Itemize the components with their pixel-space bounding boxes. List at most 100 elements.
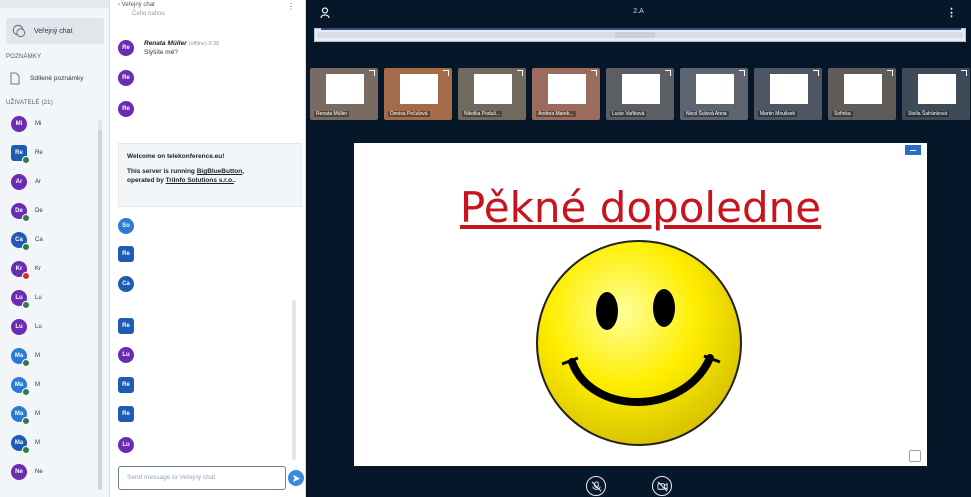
chat-message: Re: [118, 246, 144, 262]
user-name: M: [35, 440, 40, 446]
slide-title: Pěkné dopoledne: [459, 183, 822, 232]
user-list-item[interactable]: Ma M: [11, 406, 40, 425]
user-list-item[interactable]: Ma M: [11, 348, 40, 367]
webcam-tile[interactable]: Nicol Šulová Anna: [680, 68, 748, 120]
chat-message: Re Renata Müller (offline) 9:38 Slyšíte m…: [118, 40, 219, 56]
presentation-slide[interactable]: Pěkné dopoledne: [354, 143, 927, 466]
expand-icon[interactable]: [887, 70, 893, 76]
avatar: Ca: [118, 276, 134, 292]
left-panel-header: [0, 0, 109, 8]
webcam-video: [844, 74, 882, 104]
chat-title: Veřejný chat: [121, 2, 155, 8]
status-badge: [22, 243, 30, 251]
user-list-item[interactable]: Ne Ne: [11, 464, 43, 480]
expand-icon[interactable]: [517, 70, 523, 76]
options-menu-icon[interactable]: ⋮: [946, 6, 957, 19]
expand-icon[interactable]: [961, 70, 967, 76]
webcam-user-name: Sofinka: [832, 111, 853, 117]
expand-icon[interactable]: [591, 70, 597, 76]
status-badge: [22, 301, 30, 309]
webcam-tile[interactable]: Denisa Pečulová: [384, 68, 452, 120]
user-list-scrollbar-thumb[interactable]: [98, 130, 102, 490]
chat-message: Lu: [118, 347, 144, 363]
status-badge: [22, 417, 30, 425]
webcam-video: [548, 74, 586, 104]
notes-section-title: POZNÁMKY: [6, 54, 42, 60]
webcam-tile[interactable]: Martin Moulisek: [754, 68, 822, 120]
webcam-tile[interactable]: Renata Müller: [310, 68, 378, 120]
user-list-item[interactable]: Kr Kr: [11, 261, 41, 280]
user-names-mask: [46, 116, 96, 492]
webcam-video: [474, 74, 512, 104]
chat-message: Re: [118, 406, 144, 422]
expand-icon[interactable]: [813, 70, 819, 76]
avatar: Lu: [11, 290, 30, 309]
webcam-user-name: Stella Šafránková: [906, 111, 950, 117]
webcam-video: [696, 74, 734, 104]
send-button[interactable]: [288, 470, 304, 486]
chat-options-icon[interactable]: ⋮: [287, 2, 295, 11]
users-section-title: UŽIVATELÉ (21): [6, 100, 53, 106]
user-list-item[interactable]: Ma M: [11, 435, 40, 454]
chat-message: So: [118, 218, 144, 234]
public-chat-item[interactable]: Veřejný chat: [6, 18, 104, 44]
user-name: Lu: [35, 324, 42, 330]
webcam-user-name: Lucie Vaňková: [610, 111, 647, 117]
avatar: Mi: [11, 116, 27, 132]
chat-scrollbar[interactable]: [292, 300, 296, 460]
chat-message-input[interactable]: Send message to Veřejný chat: [118, 466, 286, 490]
chat-message: Re: [118, 101, 144, 117]
message-meta: (offline) 9:38: [188, 41, 220, 47]
welcome-line-3-punct: .: [233, 177, 236, 184]
top-bar: 2.A ⋮: [306, 0, 971, 26]
chat-message: Lu: [118, 437, 144, 453]
avatar: Ma: [11, 348, 30, 367]
user-list-item[interactable]: Lu Lu: [11, 319, 42, 335]
avatar: Lu: [118, 437, 134, 453]
webcam-tile[interactable]: Stella Šafránková: [902, 68, 970, 120]
webcam-tile[interactable]: Andrea Marek...: [532, 68, 600, 120]
status-badge: [22, 214, 30, 222]
webcam-tile[interactable]: Nikolka Poduš...: [458, 68, 526, 120]
chat-back-link[interactable]: ‹ Veřejný chat: [118, 2, 155, 8]
webcam-video: [770, 74, 808, 104]
webcam-video: [400, 74, 438, 104]
shared-notes-item[interactable]: Sdílené poznámky: [10, 72, 83, 85]
webcam-tile[interactable]: Sofinka: [828, 68, 896, 120]
webcam-tile[interactable]: Lucie Vaňková: [606, 68, 674, 120]
expand-icon[interactable]: [665, 70, 671, 76]
fullscreen-icon[interactable]: [909, 450, 921, 462]
avatar: Re: [118, 40, 134, 56]
message-author: Renata Müller: [144, 40, 187, 47]
webcam-user-name: Nicol Šulová Anna: [684, 111, 729, 117]
user-list-item[interactable]: Ma M: [11, 377, 40, 396]
user-name: Re: [35, 150, 43, 156]
triinfo-link[interactable]: TriInfo Solutions s.r.o.: [166, 177, 234, 184]
meeting-title: 2.A: [633, 8, 644, 15]
chat-message-fragment: Čeho nahou: [132, 11, 165, 17]
user-list-item[interactable]: Re Re: [11, 145, 43, 164]
avatar: Lu: [11, 319, 27, 335]
presentation-area: 2.A ⋮ Renata Müller Denisa Pečulová Nikolk…: [306, 0, 971, 497]
unmute-microphone-button[interactable]: [586, 476, 606, 496]
minimize-presentation-button[interactable]: [905, 145, 921, 155]
expand-icon[interactable]: [443, 70, 449, 76]
user-list-scrollbar[interactable]: [98, 120, 102, 490]
avatar: Re: [118, 101, 134, 117]
user-list-item[interactable]: Ca Ca: [11, 232, 43, 251]
user-list-item[interactable]: Lu Lu: [11, 290, 42, 309]
welcome-line-3-text: operated by: [127, 177, 166, 184]
chat-panel: ‹ Veřejný chat ⋮ Čeho nahou Re Renata Mü…: [110, 0, 306, 497]
avatar: Re: [118, 377, 134, 393]
share-webcam-button[interactable]: [652, 476, 672, 496]
avatar: Ma: [11, 406, 30, 425]
user-list-panel: Veřejný chat POZNÁMKY Sdílené poznámky U…: [0, 0, 110, 497]
expand-icon[interactable]: [739, 70, 745, 76]
user-list-item[interactable]: Ar Ar: [11, 174, 41, 190]
user-list-item[interactable]: De De: [11, 203, 43, 222]
chat-message: Re: [118, 318, 144, 334]
expand-icon[interactable]: [369, 70, 375, 76]
bigbluebutton-link[interactable]: BigBlueButton: [197, 168, 243, 175]
user-list-item[interactable]: Mi Mi: [11, 116, 41, 132]
avatar: Re: [118, 318, 134, 334]
